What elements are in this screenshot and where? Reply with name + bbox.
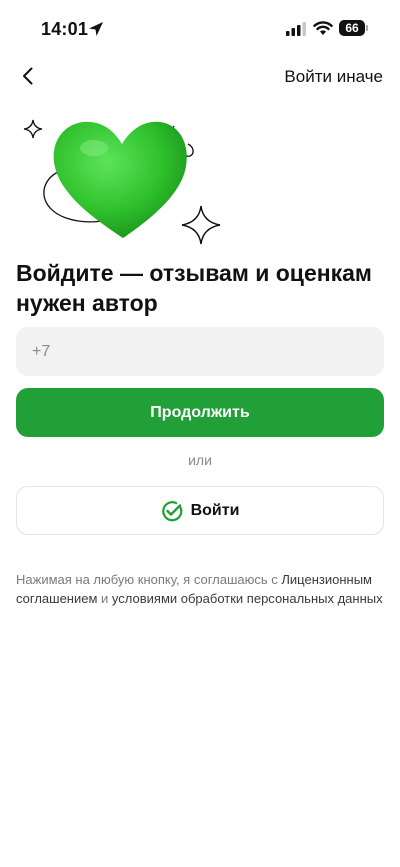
continue-button[interactable]: Продолжить xyxy=(16,388,384,437)
battery-level: 66 xyxy=(339,20,365,36)
back-chevron-icon[interactable] xyxy=(16,64,40,88)
battery-tip xyxy=(366,25,368,31)
or-divider-label: или xyxy=(188,452,212,468)
cellular-signal-icon xyxy=(286,22,306,36)
sber-login-label: Войти xyxy=(190,501,240,519)
phone-input[interactable] xyxy=(16,327,384,376)
sber-login-button[interactable]: Войти xyxy=(16,486,384,535)
location-arrow-icon xyxy=(89,22,103,36)
status-time: 14:01 xyxy=(41,19,89,39)
green-heart-illustration xyxy=(23,119,221,245)
wifi-icon xyxy=(313,21,333,35)
legal-notice: Нажимая на любую кнопку, я соглашаюсь с … xyxy=(16,570,384,608)
sber-check-icon xyxy=(161,500,182,521)
page-title: Войдите — отзывам и оценкам нужен автор xyxy=(16,260,372,316)
status-bar: 14:01 66 xyxy=(0,0,400,60)
legal-prefix: Нажимая на любую кнопку, я соглашаюсь с xyxy=(16,572,282,587)
personal-data-terms-link[interactable]: условиями обработки персональных данных xyxy=(112,591,383,606)
alt-login-link[interactable]: Войти иначе xyxy=(284,67,383,87)
legal-middle: и xyxy=(97,591,112,606)
battery-icon: 66 xyxy=(339,20,369,36)
